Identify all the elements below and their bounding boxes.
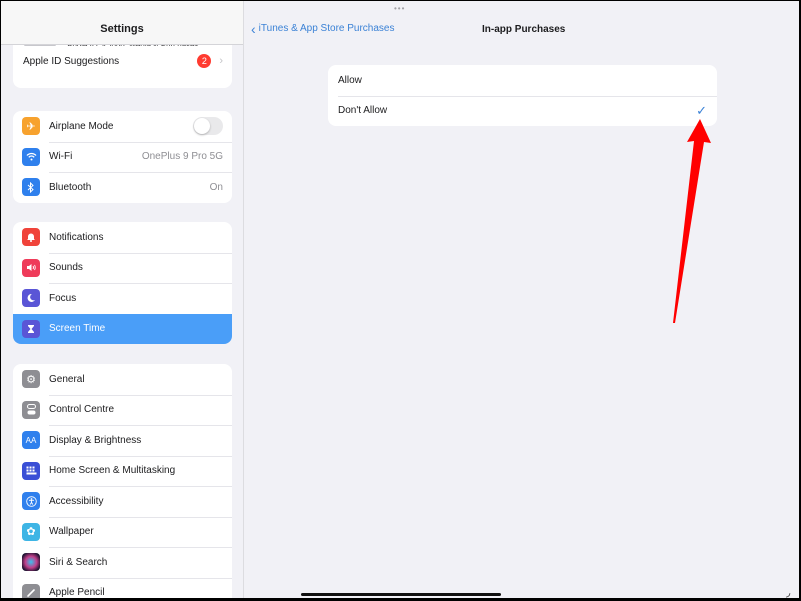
sidebar-item-label: Wallpaper [49, 526, 94, 538]
suggestions-badge: 2 [197, 54, 212, 69]
annotation-arrow [673, 119, 711, 323]
sidebar-item-screen-time[interactable]: Screen Time [13, 313, 232, 344]
sidebar-item-control-centre[interactable]: Control Centre [13, 394, 232, 426]
airplane-icon: ✈ [22, 117, 40, 136]
sidebar-item-focus[interactable]: Focus [13, 283, 232, 314]
apple-id-suggestions[interactable]: Apple ID Suggestions 2 › [13, 46, 232, 77]
home-indicator[interactable] [301, 593, 501, 596]
corner-mark-icon: ◞ [786, 587, 791, 598]
sidebar-item-accessibility[interactable]: Accessibility [13, 486, 232, 517]
sidebar-header: Settings [1, 1, 243, 45]
wifi-icon [22, 147, 40, 166]
grid-icon [22, 461, 40, 480]
sidebar-item-siri-search[interactable]: Siri & Search [13, 547, 232, 578]
sidebar-item-display-brightness[interactable]: AA Display & Brightness [13, 425, 232, 456]
sidebar-item-bluetooth[interactable]: Bluetooth On [13, 172, 232, 203]
bluetooth-status-value: On [209, 181, 223, 193]
detail-pane: ••• ‹ iTunes & App Store Purchases In-ap… [245, 1, 799, 598]
sidebar-item-label: Control Centre [49, 404, 115, 416]
ipad-screen: Settings Apple ID, iCloud, Media & Purch… [1, 1, 799, 598]
general-group: ⚙ General Control Centre AA Display & Br… [13, 364, 232, 598]
bluetooth-icon [22, 178, 40, 197]
sidebar-item-label: Display & Brightness [49, 434, 142, 446]
sidebar-item-label: Focus [49, 292, 77, 304]
sidebar-item-label: Home Screen & Multitasking [49, 465, 176, 477]
sidebar-item-label: Sounds [49, 262, 83, 274]
sidebar-item-airplane-mode[interactable]: ✈ Airplane Mode [13, 111, 232, 142]
connectivity-group: ✈ Airplane Mode Wi-Fi OnePlus 9 Pro 5G B… [13, 111, 232, 203]
alerts-group: Notifications Sounds Focus Screen Time [13, 222, 232, 344]
sidebar-item-sounds[interactable]: Sounds [13, 252, 232, 284]
sidebar-title: Settings [100, 23, 144, 35]
suggestions-overlay: Apple ID Suggestions 2 › [13, 46, 232, 77]
moon-icon [22, 289, 40, 308]
accessibility-icon [22, 492, 40, 511]
pencil-icon [22, 583, 40, 598]
sidebar-item-label: Screen Time [49, 323, 106, 335]
bell-icon [22, 228, 40, 247]
text-size-icon: AA [22, 431, 40, 450]
sidebar-item-wallpaper[interactable]: ✿ Wallpaper [13, 516, 232, 548]
sidebar-item-notifications[interactable]: Notifications [13, 222, 232, 253]
sidebar-item-apple-pencil[interactable]: Apple Pencil [13, 577, 232, 598]
flower-icon: ✿ [22, 522, 40, 541]
gear-icon: ⚙ [22, 370, 40, 389]
airplane-mode-toggle[interactable] [193, 117, 223, 136]
sidebar-item-label: General [49, 373, 85, 385]
sidebar-item-wifi[interactable]: Wi-Fi OnePlus 9 Pro 5G [13, 141, 232, 173]
wifi-network-value: OnePlus 9 Pro 5G [141, 151, 223, 163]
annotation-arrow-shape [673, 119, 711, 323]
sidebar-item-label: Apple Pencil [49, 587, 105, 598]
sidebar-item-label: Wi-Fi [49, 151, 73, 163]
chevron-right-icon: › [219, 55, 223, 68]
sidebar-item-label: Bluetooth [49, 181, 92, 193]
apple-id-suggestions-label: Apple ID Suggestions [23, 55, 120, 67]
settings-sidebar: Settings Apple ID, iCloud, Media & Purch… [1, 1, 244, 598]
siri-icon [22, 553, 40, 572]
sidebar-item-home-screen[interactable]: Home Screen & Multitasking [13, 455, 232, 487]
switches-icon [22, 400, 40, 419]
speaker-icon [22, 258, 40, 277]
sidebar-item-label: Accessibility [49, 495, 104, 507]
hourglass-icon [22, 319, 40, 338]
sidebar-item-label: Siri & Search [49, 556, 108, 568]
sidebar-item-label: Airplane Mode [49, 120, 114, 132]
sidebar-item-general[interactable]: ⚙ General [13, 364, 232, 395]
sidebar-item-label: Notifications [49, 231, 104, 243]
